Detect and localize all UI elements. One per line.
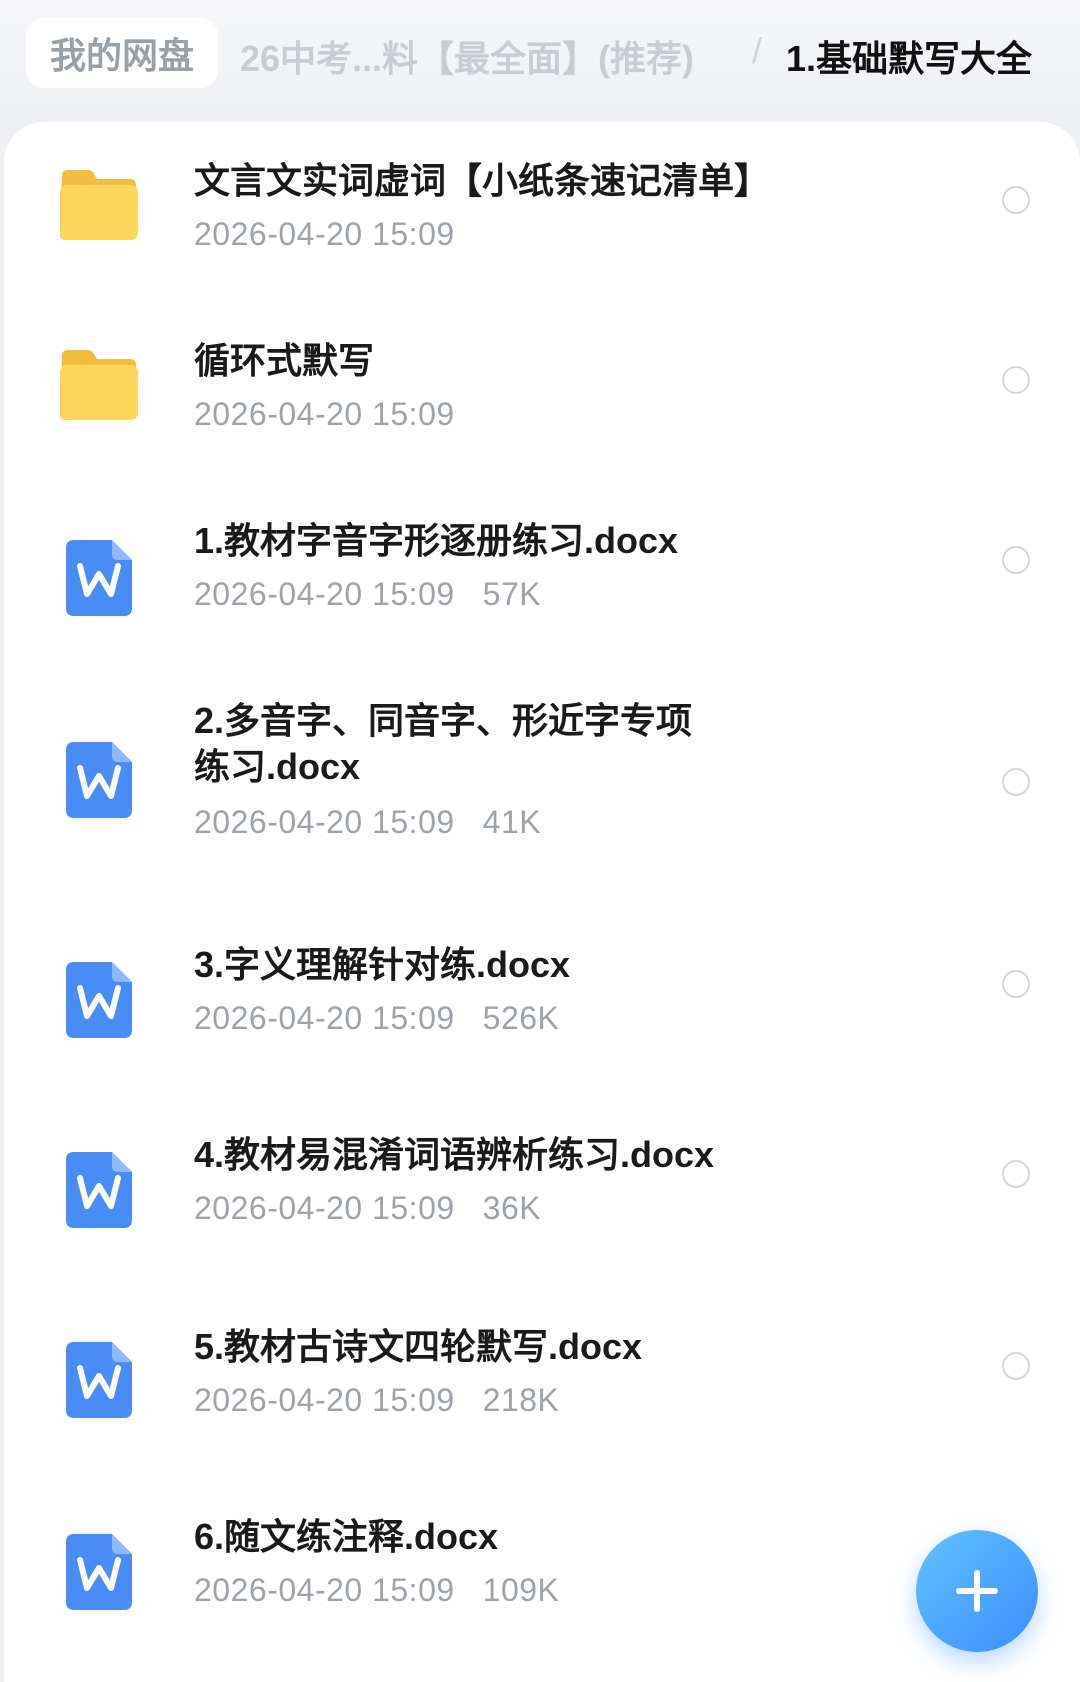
file-row[interactable]: 3.字义理解针对练.docx 2026-04-20 15:09 526K: [4, 898, 1080, 1088]
file-size: 41K: [482, 804, 542, 840]
word-document-icon: [66, 742, 132, 818]
file-date: 2026-04-20 15:09: [194, 1382, 455, 1418]
file-name: 循环式默写: [194, 340, 375, 381]
file-date: 2026-04-20 15:09: [194, 216, 455, 252]
file-row[interactable]: 循环式默写 2026-04-20 15:09: [4, 302, 1080, 482]
file-size: 218K: [482, 1382, 560, 1418]
folder-icon: [60, 350, 138, 420]
file-row[interactable]: 文言文实词虚词【小纸条速记清单】 2026-04-20 15:09: [4, 122, 1080, 302]
file-name-line: 练习.docx: [194, 746, 361, 787]
select-checkbox[interactable]: [1002, 970, 1030, 998]
breadcrumb-current: 1.基础默写大全: [786, 38, 1033, 79]
select-checkbox[interactable]: [1002, 768, 1030, 796]
word-document-icon: [66, 962, 132, 1038]
file-row[interactable]: 2.多音字、同音字、形近字专项 练习.docx 2026-04-20 15:09…: [4, 662, 1080, 898]
file-date: 2026-04-20 15:09: [194, 1190, 455, 1226]
file-meta: 2026-04-20 15:09: [194, 216, 455, 253]
select-checkbox[interactable]: [1002, 186, 1030, 214]
select-checkbox[interactable]: [1002, 1352, 1030, 1380]
file-name: 6.随文练注释.docx: [194, 1516, 499, 1557]
file-date: 2026-04-20 15:09: [194, 576, 455, 612]
file-meta: 2026-04-20 15:09 109K: [194, 1572, 559, 1609]
plus-icon: [956, 1570, 998, 1612]
file-row[interactable]: 1.教材字音字形逐册练习.docx 2026-04-20 15:09 57K: [4, 482, 1080, 662]
file-date: 2026-04-20 15:09: [194, 1572, 455, 1608]
file-list: 文言文实词虚词【小纸条速记清单】 2026-04-20 15:09 循环式默写 …: [4, 122, 1080, 1682]
file-meta: 2026-04-20 15:09 526K: [194, 1000, 559, 1037]
word-document-icon: [66, 540, 132, 616]
add-button[interactable]: [916, 1530, 1038, 1652]
file-size: 109K: [482, 1572, 560, 1608]
folder-icon: [60, 170, 138, 240]
file-name-line: 2.多音字、同音字、形近字专项: [194, 700, 693, 741]
file-date: 2026-04-20 15:09: [194, 1000, 455, 1036]
breadcrumb-separator: /: [752, 30, 763, 71]
select-checkbox[interactable]: [1002, 366, 1030, 394]
file-row[interactable]: 5.教材古诗文四轮默写.docx 2026-04-20 15:09 218K: [4, 1280, 1080, 1470]
file-name: 文言文实词虚词【小纸条速记清单】: [194, 160, 771, 201]
word-document-icon: [66, 1342, 132, 1418]
file-name: 2.多音字、同音字、形近字专项 练习.docx: [194, 698, 692, 790]
file-meta: 2026-04-20 15:09 57K: [194, 576, 541, 613]
breadcrumb-parent[interactable]: 26中考...料【最全面】(推荐): [240, 30, 694, 82]
header: 我的网盘 26中考...料【最全面】(推荐) / 1.基础默写大全: [0, 0, 1080, 120]
file-date: 2026-04-20 15:09: [194, 396, 455, 432]
file-size: 36K: [482, 1190, 542, 1226]
file-size: 526K: [482, 1000, 560, 1036]
breadcrumb-root[interactable]: 我的网盘: [26, 18, 219, 88]
file-name: 5.教材古诗文四轮默写.docx: [194, 1326, 643, 1367]
file-date: 2026-04-20 15:09: [194, 804, 455, 840]
file-row[interactable]: 4.教材易混淆词语辨析练习.docx 2026-04-20 15:09 36K: [4, 1088, 1080, 1280]
file-meta: 2026-04-20 15:09 41K: [194, 804, 541, 841]
file-meta: 2026-04-20 15:09: [194, 396, 455, 433]
file-name: 1.教材字音字形逐册练习.docx: [194, 520, 679, 561]
word-document-icon: [66, 1534, 132, 1610]
file-meta: 2026-04-20 15:09 36K: [194, 1190, 541, 1227]
file-name: 4.教材易混淆词语辨析练习.docx: [194, 1134, 715, 1175]
select-checkbox[interactable]: [1002, 546, 1030, 574]
select-checkbox[interactable]: [1002, 1160, 1030, 1188]
file-name: 3.字义理解针对练.docx: [194, 944, 571, 985]
word-document-icon: [66, 1152, 132, 1228]
file-size: 57K: [482, 576, 542, 612]
file-meta: 2026-04-20 15:09 218K: [194, 1382, 559, 1419]
